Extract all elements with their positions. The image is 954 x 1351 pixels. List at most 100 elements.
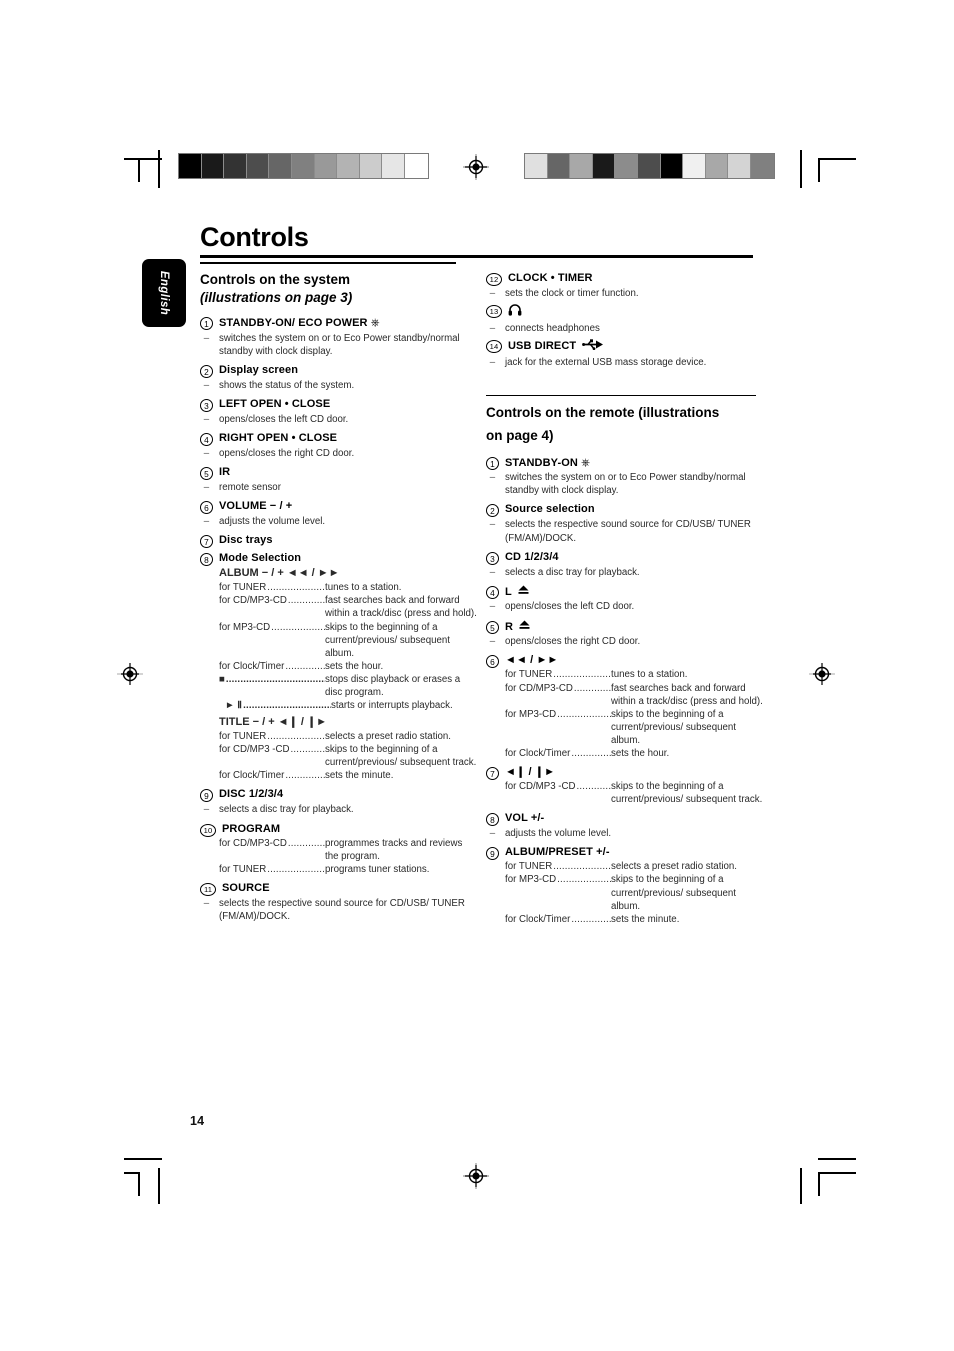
entry-description-text: selects a disc tray for playback. <box>505 566 640 578</box>
entry-title: CD 1/2/3/4 <box>505 550 559 563</box>
dash-marker: – <box>203 332 210 344</box>
entry-header: 4 RIGHT OPEN • CLOSE <box>200 432 478 447</box>
right-section-heading-italic2: on page 4) <box>486 427 554 443</box>
dash-marker: – <box>489 472 496 484</box>
entry-number: 4 <box>486 585 499 599</box>
crop-mark-bottom-right-bar <box>800 1168 802 1204</box>
entry-title: STANDBY-ON/ ECO POWER ⎈ <box>219 316 380 330</box>
entry-title: R <box>505 620 530 635</box>
spec-row: for CD/MP3 -CD..........................… <box>505 780 764 806</box>
entry-title: L <box>505 585 529 600</box>
entry-description: – connects headphones <box>486 322 764 335</box>
entry-number: 4 <box>200 433 213 447</box>
spec-row: for TUNER...............................… <box>219 581 478 594</box>
grayscale-swatch <box>179 154 202 178</box>
entry-number: 9 <box>200 789 213 803</box>
control-entry: 9 ALBUM/PRESET +/- for TUNER............… <box>486 846 764 925</box>
page-number: 14 <box>190 1114 205 1128</box>
leader-dots: ..................................... <box>267 863 325 875</box>
leader-dots: ..................................... <box>267 731 325 743</box>
entry-description: – remote sensor <box>200 481 478 494</box>
entry-title: LEFT OPEN • CLOSE <box>219 398 331 411</box>
control-entry: 9 DISC 1/2/3/4 – selects a disc tray for… <box>200 788 478 816</box>
spec-row: for Clock/Timer.........................… <box>219 660 478 673</box>
entry-description-text: remote sensor <box>219 482 281 494</box>
spec-row-label: for TUNER...............................… <box>219 863 325 875</box>
grayscale-swatch <box>660 154 684 178</box>
grayscale-swatch <box>404 154 428 178</box>
spec-row: for TUNER...............................… <box>219 863 478 876</box>
grayscale-swatch <box>705 154 729 178</box>
grayscale-swatch <box>637 154 661 178</box>
spec-row-label: for CD/MP3 -CD..........................… <box>219 744 325 756</box>
right-section-heading: Controls on the remote (illustrations on… <box>486 403 764 445</box>
entry-number: 9 <box>486 847 499 861</box>
entry-header: 1 STANDBY-ON ⎈ <box>486 456 764 471</box>
spec-row-label: for TUNER...............................… <box>219 731 325 743</box>
registration-mark-left <box>117 661 143 687</box>
grayscale-swatch <box>359 154 383 178</box>
grayscale-swatch <box>750 154 774 178</box>
leader-dots: ..................................... <box>285 660 325 672</box>
crop-mark-bottom-left-bar <box>158 1168 160 1204</box>
crop-mark-top-left-horizontal <box>124 158 162 160</box>
entry-title: ALBUM/PRESET +/- <box>505 846 610 859</box>
entry-number: 3 <box>200 399 213 413</box>
entry-header: 3 LEFT OPEN • CLOSE <box>200 398 478 413</box>
dash-marker: – <box>203 482 210 494</box>
language-tab: English <box>142 259 186 327</box>
entry-number: 13 <box>486 305 502 319</box>
leader-dots: ..................................... <box>557 708 611 720</box>
spec-row-text: sets the hour. <box>325 660 384 672</box>
entry-title: Mode Selection <box>219 552 302 565</box>
crop-mark-bottom-left-horizontal <box>124 1158 162 1160</box>
spec-row-label: ■.......................................… <box>219 673 325 686</box>
entry-description-text: opens/closes the right CD door. <box>219 448 355 460</box>
spec-row: for CD/MP3-CD...........................… <box>219 837 478 863</box>
entry-description-text: jack for the external USB mass storage d… <box>505 356 707 368</box>
entry-description-text: selects the respective sound source for … <box>219 897 465 922</box>
right-section-heading-text: Controls on the remote <box>486 405 635 421</box>
entry-header: 5 R <box>486 620 764 635</box>
entry-description-text: shows the status of the system. <box>219 379 355 391</box>
spec-row-label: for CD/MP3 -CD..........................… <box>505 781 611 793</box>
grayscale-swatch <box>246 154 270 178</box>
crop-mark-top-right-horizontal <box>818 158 856 160</box>
spec-row-text: programmes tracks and reviews the progra… <box>325 837 463 862</box>
entry-description: – switches the system on or to Eco Power… <box>486 471 764 497</box>
left-section-divider <box>200 262 456 264</box>
spec-row: ■.......................................… <box>219 673 478 699</box>
grayscale-swatch <box>615 154 638 178</box>
entry-number: 10 <box>200 823 216 837</box>
dash-marker: – <box>203 804 210 816</box>
usb-icon <box>582 339 604 355</box>
entry-header: 6 VOLUME − / + <box>200 500 478 515</box>
crop-mark-bottom-right-horizontal <box>818 1158 856 1160</box>
entry-header: 6 ◄◄ / ►► <box>486 654 764 669</box>
language-tab-label: English <box>158 270 170 316</box>
spec-row-label: for TUNER...............................… <box>505 861 611 873</box>
entry-description-text: opens/closes the right CD door. <box>505 636 641 648</box>
control-entry: 2 Display screen – shows the status of t… <box>200 364 478 392</box>
left-section-heading-line1: Controls on the system <box>200 271 351 287</box>
entry-description: – selects the respective sound source fo… <box>486 518 764 544</box>
entry-number: 14 <box>486 339 502 353</box>
dash-marker: – <box>489 322 496 334</box>
entry-number: 5 <box>486 620 499 634</box>
grayscale-swatch <box>525 154 548 178</box>
entry-description-text: switches the system on or to Eco Power s… <box>219 332 460 357</box>
spec-row-text: skips to the beginning of a current/prev… <box>611 874 736 912</box>
dash-marker: – <box>489 636 496 648</box>
dash-marker: – <box>489 356 496 368</box>
grayscale-swatch <box>269 154 292 178</box>
title-divider <box>200 255 753 258</box>
grayscale-swatch <box>570 154 593 178</box>
entry-subtitle-album: ALBUM − / + ◄◄ / ►► <box>219 567 340 580</box>
entry-header: 5 IR <box>200 466 478 481</box>
spec-row-text: skips to the beginning of a current/prev… <box>325 744 477 769</box>
spec-row: for TUNER...............................… <box>505 668 764 681</box>
spec-row-label: for MP3-CD..............................… <box>219 621 325 633</box>
control-entry: 14 USB DIRECT – jack for the external US… <box>486 339 764 369</box>
headphones-icon <box>508 304 522 321</box>
grayscale-swatch <box>224 154 247 178</box>
